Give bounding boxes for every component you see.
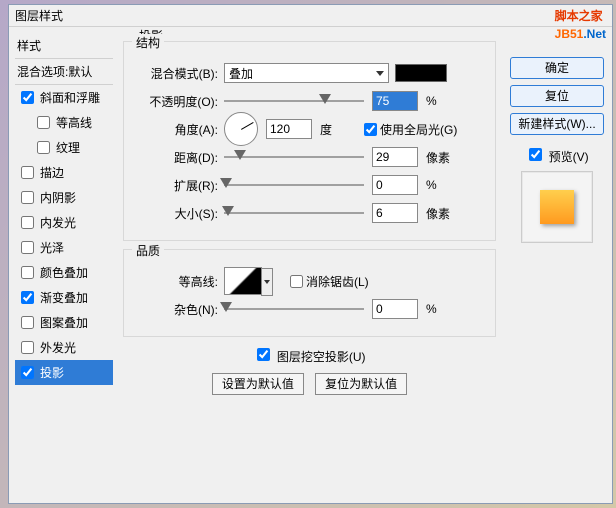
opacity-label: 不透明度(O): [134,93,224,110]
style-item-4[interactable]: 内阴影 [15,185,113,210]
style-item-9[interactable]: 图案叠加 [15,310,113,335]
knockout-checkbox[interactable]: 图层挖空投影(U) [253,350,365,364]
shadow-color-swatch[interactable] [395,64,447,82]
structure-group: 结构 混合模式(B): 叠加 不透明度(O): 75 % 角度(A): [123,41,496,241]
style-item-11[interactable]: 投影 [15,360,113,385]
noise-label: 杂色(N): [134,301,224,318]
opacity-slider[interactable] [224,93,364,109]
style-item-label: 斜面和浮雕 [40,89,100,106]
style-item-label: 内发光 [40,214,76,231]
preview-swatch [521,171,593,243]
size-label: 大小(S): [134,205,224,222]
spread-slider[interactable] [224,177,364,193]
style-item-3[interactable]: 描边 [15,160,113,185]
style-item-6[interactable]: 光泽 [15,235,113,260]
style-item-label: 图案叠加 [40,314,88,331]
style-item-label: 等高线 [56,114,92,131]
noise-slider[interactable] [224,301,364,317]
style-item-label: 投影 [40,364,64,381]
quality-group: 品质 等高线: 消除锯齿(L) 杂色(N): 0 % [123,249,496,337]
settings-panel: 投影 结构 混合模式(B): 叠加 不透明度(O): 75 % [117,27,502,503]
style-item-1[interactable]: 等高线 [15,110,113,135]
style-item-5[interactable]: 内发光 [15,210,113,235]
opacity-input[interactable]: 75 [372,91,418,111]
distance-input[interactable]: 29 [372,147,418,167]
style-item-label: 颜色叠加 [40,264,88,281]
antialias-checkbox[interactable]: 消除锯齿(L) [286,272,369,291]
reset-default-button[interactable]: 复位为默认值 [315,373,407,395]
style-item-label: 描边 [40,164,64,181]
style-item-8[interactable]: 渐变叠加 [15,285,113,310]
size-slider[interactable] [224,205,364,221]
window-title: 图层样式 [15,5,606,27]
blendmode-label: 混合模式(B): [134,65,224,82]
style-list: 样式 混合选项:默认 斜面和浮雕等高线纹理描边内阴影内发光光泽颜色叠加渐变叠加图… [9,27,117,503]
spread-input[interactable]: 0 [372,175,418,195]
style-item-2[interactable]: 纹理 [15,135,113,160]
blend-options-header[interactable]: 混合选项:默认 [15,59,113,85]
blendmode-select[interactable]: 叠加 [224,63,389,83]
style-item-label: 外发光 [40,339,76,356]
titlebar[interactable]: 图层样式 [9,5,612,27]
distance-label: 距离(D): [134,149,224,166]
contour-label: 等高线: [134,273,224,290]
noise-input[interactable]: 0 [372,299,418,319]
distance-slider[interactable] [224,149,364,165]
style-item-label: 渐变叠加 [40,289,88,306]
preview-checkbox[interactable]: 预览(V) [525,150,588,164]
style-item-label: 纹理 [56,139,80,156]
style-item-label: 内阴影 [40,189,76,206]
spread-label: 扩展(R): [134,177,224,194]
layer-style-dialog: 图层样式 脚本之家 JB51.Net 样式 混合选项:默认 斜面和浮雕等高线纹理… [8,4,613,504]
angle-input[interactable]: 120 [266,119,312,139]
style-item-7[interactable]: 颜色叠加 [15,260,113,285]
ok-button[interactable]: 确定 [510,57,604,79]
new-style-button[interactable]: 新建样式(W)... [510,113,604,135]
contour-picker[interactable] [224,267,262,295]
style-item-10[interactable]: 外发光 [15,335,113,360]
chevron-down-icon [376,71,384,76]
angle-label: 角度(A): [134,121,224,138]
global-light-checkbox[interactable]: 使用全局光(G) [360,120,457,139]
angle-dial[interactable] [224,112,258,146]
chevron-down-icon [264,280,270,284]
style-item-label: 光泽 [40,239,64,256]
styles-header[interactable]: 样式 [15,33,113,59]
style-item-0[interactable]: 斜面和浮雕 [15,85,113,110]
size-input[interactable]: 6 [372,203,418,223]
cancel-button[interactable]: 复位 [510,85,604,107]
set-default-button[interactable]: 设置为默认值 [212,373,304,395]
action-panel: 确定 复位 新建样式(W)... 预览(V) [502,27,612,503]
